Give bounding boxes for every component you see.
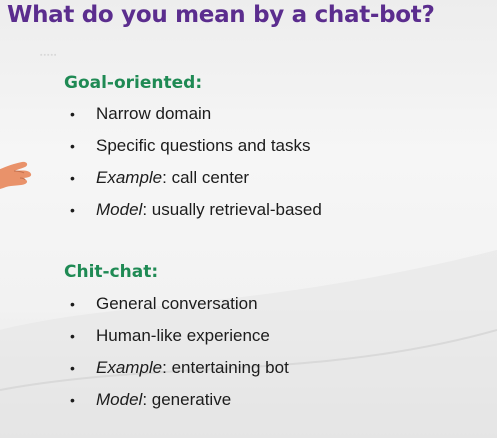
slide-title: What do you mean by a chat-bot? [7, 2, 435, 28]
list-item: • General conversation [70, 288, 289, 320]
list-item: • Specific questions and tasks [70, 130, 322, 162]
list-item: • Model: usually retrieval-based [70, 194, 322, 226]
bullet-icon: • [70, 170, 75, 186]
chit-chat-list: • General conversation • Human-like experi… [70, 288, 289, 416]
list-item: • Model: generative [70, 384, 289, 416]
goal-oriented-list: • Narrow domain • Specific questions and t… [70, 98, 322, 226]
item-text: : generative [142, 390, 232, 409]
item-text: Human-like experience [96, 326, 270, 345]
item-text: Narrow domain [96, 104, 212, 123]
bullet-icon: • [70, 106, 75, 122]
item-text: Specific questions and tasks [96, 136, 311, 155]
list-item: • Example: entertaining bot [70, 352, 289, 384]
bullet-icon: • [70, 202, 75, 218]
bullet-icon: • [70, 328, 75, 344]
list-item: • Narrow domain [70, 98, 322, 130]
bullet-icon: • [70, 138, 75, 154]
item-text: : entertaining bot [162, 358, 289, 377]
list-item: • Example: call center [70, 162, 322, 194]
watermark: ▪▪▪▪▪ [40, 52, 58, 59]
item-label: Model [96, 200, 143, 219]
item-text: : call center [162, 168, 250, 187]
item-text: : usually retrieval-based [142, 200, 322, 219]
section-heading-chit-chat: Chit-chat: [64, 262, 159, 282]
presenter-hand-icon [0, 161, 32, 189]
item-label: Model [96, 390, 143, 409]
bullet-icon: • [70, 360, 75, 376]
item-label: Example [96, 168, 163, 187]
bullet-icon: • [70, 392, 75, 408]
bullet-icon: • [70, 296, 75, 312]
list-item: • Human-like experience [70, 320, 289, 352]
item-text: General conversation [96, 294, 258, 313]
item-label: Example [96, 358, 163, 377]
section-heading-goal-oriented: Goal-oriented: [64, 73, 203, 93]
